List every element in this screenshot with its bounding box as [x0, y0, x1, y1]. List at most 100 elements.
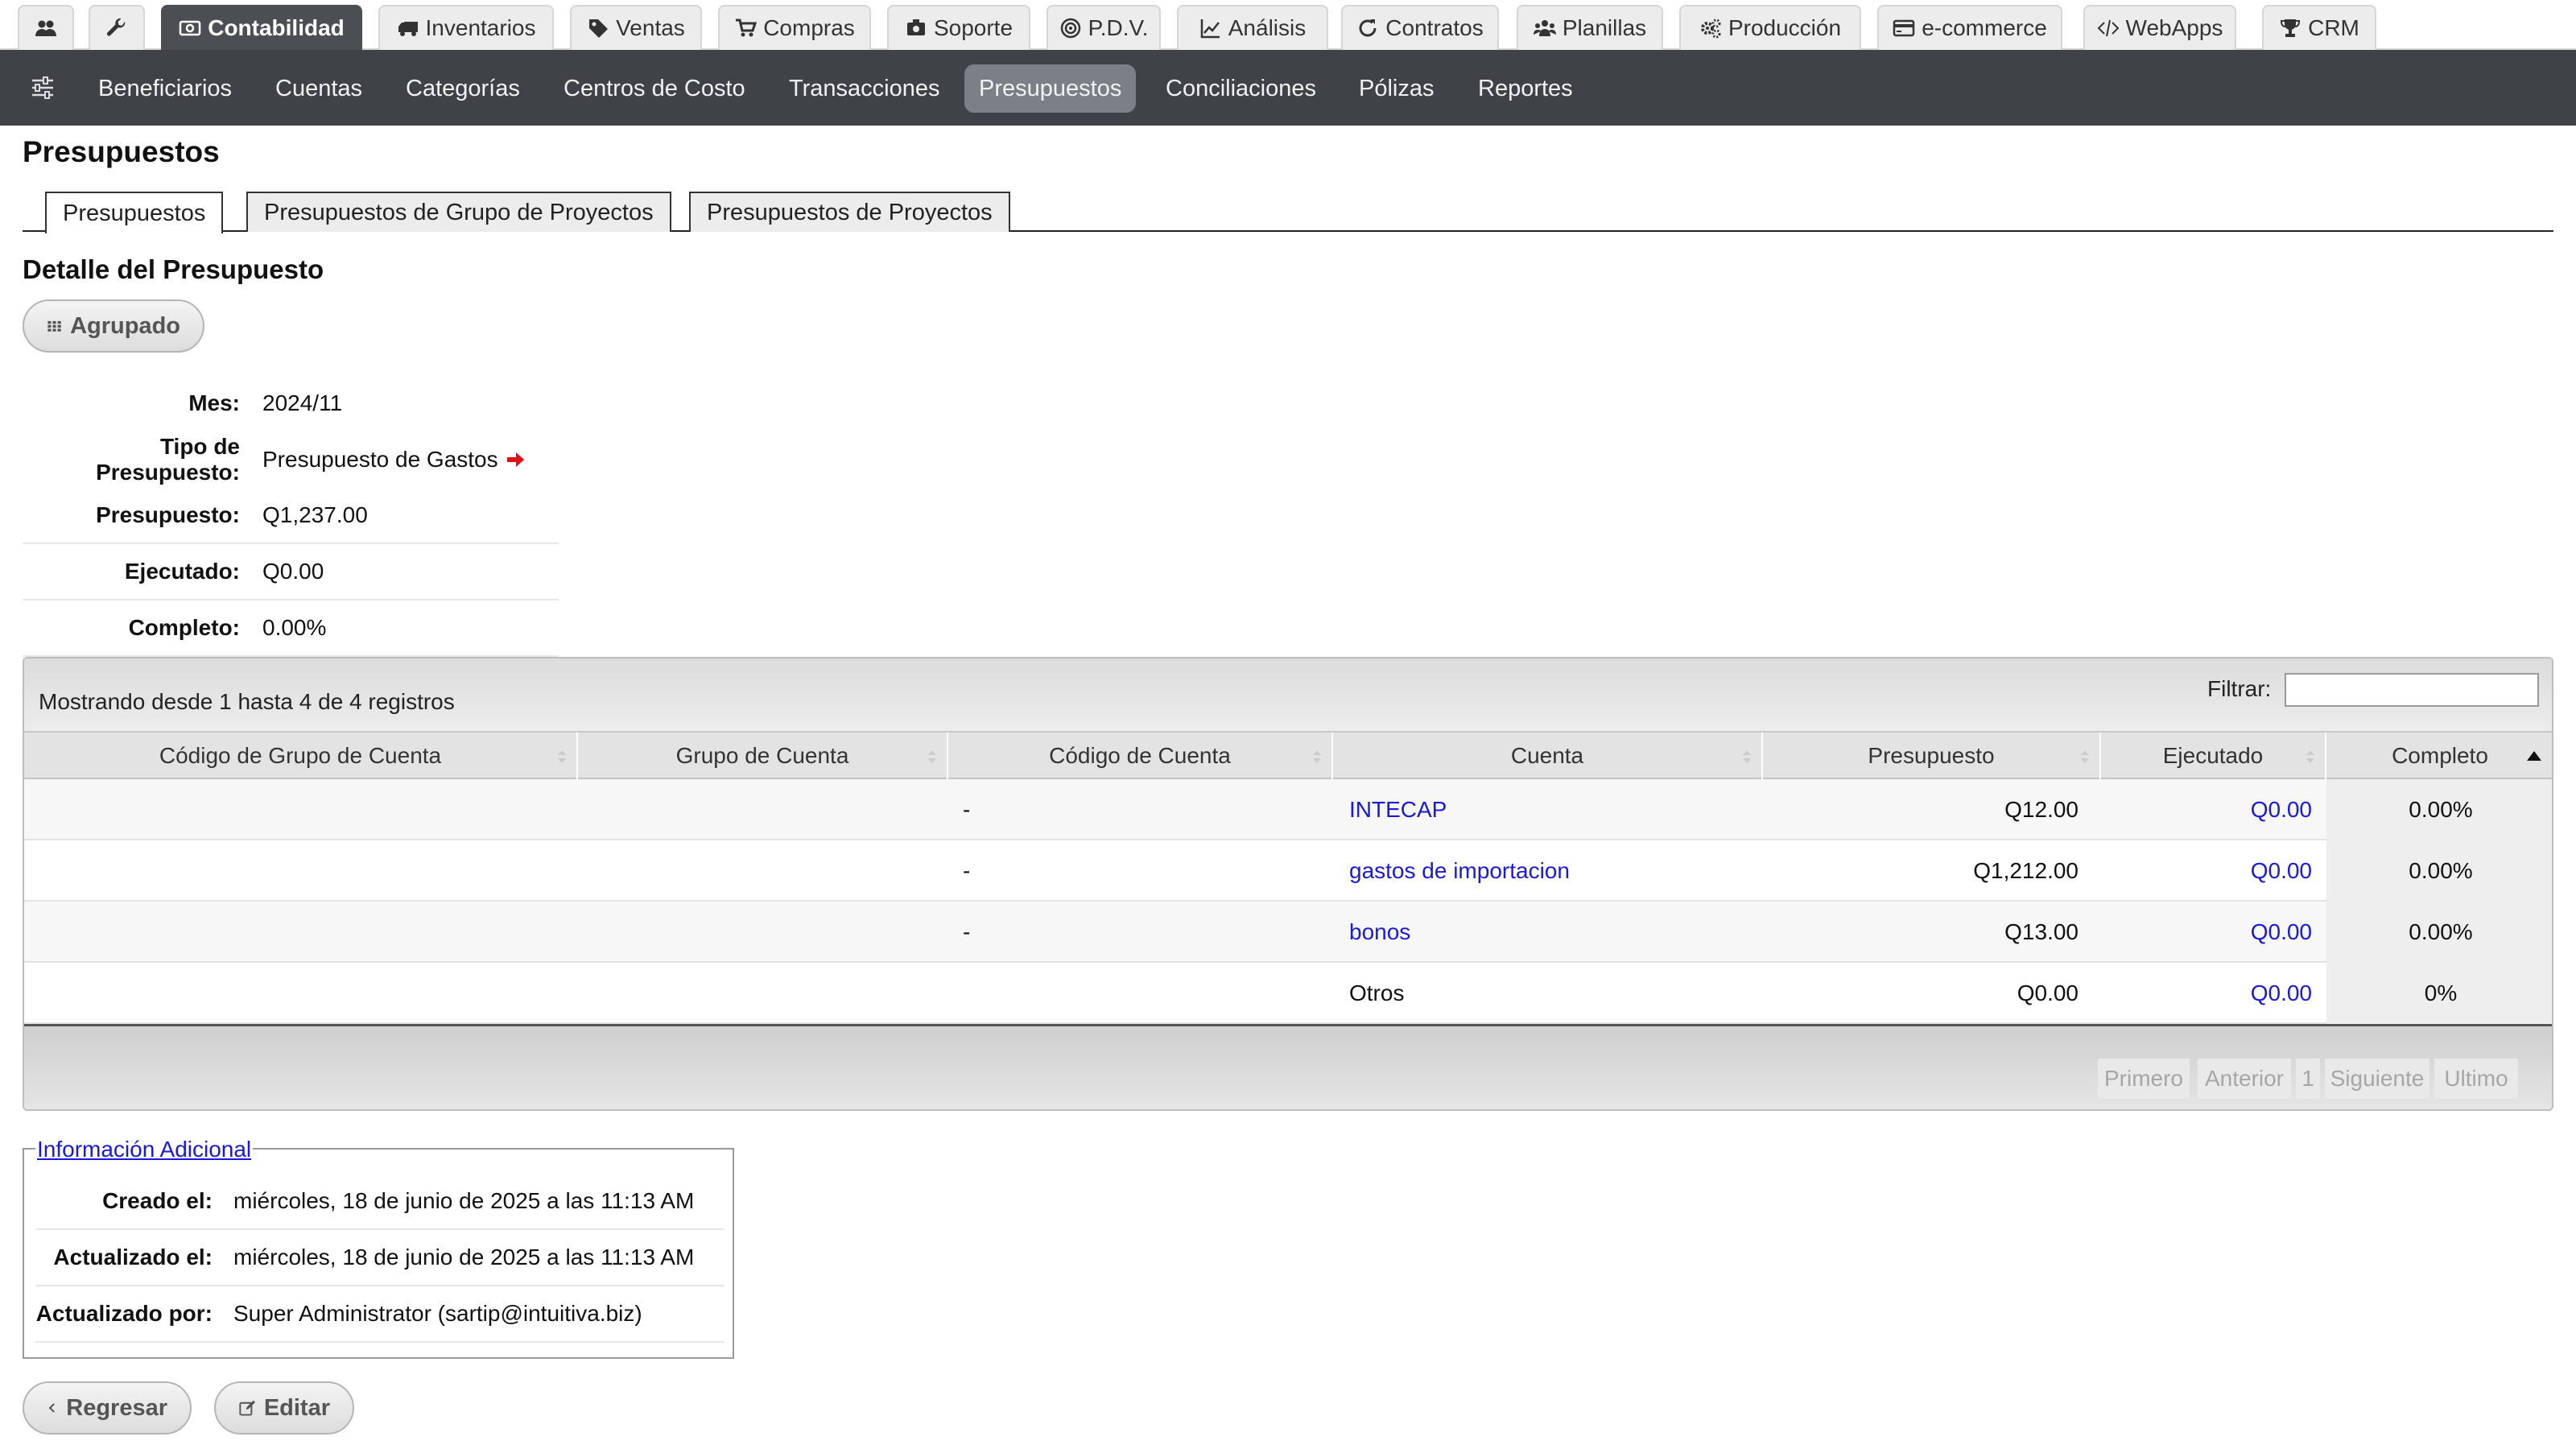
- grouped-button-label: Agrupado: [70, 312, 180, 339]
- cell-ejecutado-link[interactable]: Q0.00: [2101, 779, 2312, 840]
- additional-info-box: Información Adicional Creado el: miércol…: [23, 1137, 734, 1359]
- sort-icon: [1743, 750, 1751, 763]
- cell-codigo-cuenta: [963, 963, 1317, 1024]
- back-button-label: Regresar: [66, 1394, 167, 1421]
- pagination-previous[interactable]: Anterior: [2198, 1059, 2291, 1099]
- sub-navigation: Beneficiarios Cuentas Categorías Centros…: [0, 50, 2576, 126]
- subnav-polizas[interactable]: Pólizas: [1344, 64, 1449, 113]
- module-tab-pdv[interactable]: P.D.V.: [1046, 5, 1161, 50]
- page-title: Presupuestos: [23, 135, 220, 168]
- detail-value-wrap: Presupuesto de Gastos: [262, 447, 526, 473]
- column-header-presupuesto[interactable]: Presupuesto: [1763, 733, 2101, 779]
- detail-row-ejecutado: Ejecutado: Q0.00: [23, 544, 559, 601]
- module-tab-webapps[interactable]: WebApps: [2083, 5, 2236, 50]
- detail-value: 2024/11: [262, 390, 343, 415]
- column-header-codigo-cuenta[interactable]: Código de Cuenta: [948, 733, 1333, 779]
- group-icon: [1533, 20, 1556, 36]
- cell-completo: 0.00%: [2326, 840, 2552, 902]
- module-tab-label: Inventarios: [425, 15, 536, 40]
- cell-codigo-grupo: [39, 840, 570, 902]
- tab-presupuestos-grupo-proyectos[interactable]: Presupuestos de Grupo de Proyectos: [246, 192, 671, 232]
- info-value: Super Administrator (sartip@intuitiva.bi…: [233, 1301, 642, 1326]
- cell-ejecutado-link[interactable]: Q0.00: [2101, 840, 2312, 902]
- cell-cuenta-link[interactable]: INTECAP: [1349, 779, 1752, 840]
- module-tab-label: P.D.V.: [1088, 15, 1149, 40]
- edit-icon: [239, 1400, 256, 1416]
- subnav-transacciones[interactable]: Transacciones: [774, 64, 955, 113]
- table-row: Otros Q0.00 Q0.00 0%: [24, 963, 2552, 1024]
- module-tab-settings[interactable]: [89, 5, 145, 50]
- additional-info-toggle[interactable]: Información Adicional: [35, 1137, 254, 1162]
- module-tab-analisis[interactable]: Análisis: [1177, 5, 1328, 50]
- arrow-right-icon[interactable]: [505, 449, 526, 470]
- detail-label: Tipo de Presupuesto:: [96, 434, 240, 485]
- cell-presupuesto: Q13.00: [2004, 919, 2079, 944]
- filter-input[interactable]: [2285, 673, 2539, 707]
- detail-row-tipo: Tipo de Presupuesto: Presupuesto de Gast…: [23, 431, 559, 488]
- cart-icon: [736, 19, 758, 37]
- cell-cuenta: Otros: [1349, 980, 1405, 1005]
- table-row: - bonos Q13.00 Q0.00 0.00%: [24, 902, 2552, 963]
- support-icon: [906, 19, 925, 35]
- edit-button-label: Editar: [263, 1394, 330, 1421]
- sort-icon: [2306, 750, 2314, 763]
- records-info: Mostrando desde 1 hasta 4 de 4 registros: [39, 689, 455, 714]
- wrench-icon: [107, 18, 126, 36]
- cell-codigo-grupo: [39, 902, 570, 963]
- subnav-presupuestos[interactable]: Presupuestos: [964, 64, 1137, 113]
- grouped-button[interactable]: Agrupado: [23, 299, 204, 353]
- module-tab-inventarios[interactable]: Inventarios: [378, 5, 554, 50]
- chevron-left-icon: [48, 1403, 55, 1413]
- cell-ejecutado-link[interactable]: Q0.00: [2101, 902, 2312, 963]
- tab-presupuestos-proyectos[interactable]: Presupuestos de Proyectos: [689, 192, 1010, 232]
- subnav-categorias[interactable]: Categorías: [391, 64, 535, 113]
- back-button[interactable]: Regresar: [23, 1381, 192, 1435]
- column-header-completo[interactable]: Completo: [2326, 733, 2552, 779]
- sliders-icon[interactable]: [29, 74, 56, 101]
- module-tab-ventas[interactable]: Ventas: [570, 5, 702, 50]
- info-row-created: Creado el: miércoles, 18 de junio de 202…: [35, 1174, 724, 1230]
- module-tab-contabilidad[interactable]: Contabilidad: [161, 5, 362, 50]
- cell-ejecutado-link[interactable]: Q0.00: [2101, 963, 2312, 1024]
- column-header-ejecutado[interactable]: Ejecutado: [2101, 733, 2326, 779]
- users-icon: [35, 20, 56, 36]
- module-tab-soporte[interactable]: Soporte: [887, 5, 1030, 50]
- truck-icon: [398, 22, 418, 36]
- cell-cuenta-link[interactable]: bonos: [1349, 902, 1752, 963]
- pagination-next[interactable]: Siguiente: [2325, 1059, 2429, 1099]
- table-toolbar: Mostrando desde 1 hasta 4 de 4 registros…: [24, 658, 2552, 733]
- module-tab-label: Análisis: [1228, 15, 1307, 40]
- column-header-grupo[interactable]: Grupo de Cuenta: [578, 733, 948, 779]
- module-tab-label: Producción: [1728, 15, 1842, 40]
- module-tab-ecommerce[interactable]: e-commerce: [1877, 5, 2062, 50]
- subnav-centros-de-costo[interactable]: Centros de Costo: [549, 64, 760, 113]
- tab-presupuestos[interactable]: Presupuestos: [45, 192, 224, 233]
- module-tab-users[interactable]: [18, 5, 74, 50]
- detail-value: Q0.00: [262, 559, 324, 584]
- column-header-cuenta[interactable]: Cuenta: [1333, 733, 1763, 779]
- module-tab-label: Ventas: [616, 15, 685, 40]
- subnav-beneficiarios[interactable]: Beneficiarios: [84, 64, 246, 113]
- module-tab-produccion[interactable]: Producción: [1679, 5, 1861, 50]
- cell-cuenta-link[interactable]: gastos de importacion: [1349, 840, 1752, 902]
- module-tab-contratos[interactable]: Contratos: [1341, 5, 1499, 50]
- subnav-conciliaciones[interactable]: Conciliaciones: [1151, 64, 1331, 113]
- detail-label: Ejecutado:: [124, 559, 240, 584]
- module-tab-crm[interactable]: CRM: [2262, 5, 2376, 50]
- module-tab-compras[interactable]: Compras: [718, 5, 871, 50]
- detail-row-completo: Completo: 0.00%: [23, 601, 559, 657]
- table-row: - gastos de importacion Q1,212.00 Q0.00 …: [24, 840, 2552, 902]
- pagination-last[interactable]: Ultimo: [2434, 1059, 2518, 1099]
- pagination-bar: Primero Anterior 1 Siguiente Ultimo: [24, 1024, 2552, 1109]
- credit-card-icon: [1893, 19, 1915, 37]
- pagination-page[interactable]: 1: [2296, 1059, 2320, 1099]
- pagination-first[interactable]: Primero: [2098, 1059, 2190, 1099]
- column-header-label: Presupuesto: [1868, 743, 1995, 768]
- column-header-codigo-grupo[interactable]: Código de Grupo de Cuenta: [24, 733, 578, 779]
- subnav-cuentas[interactable]: Cuentas: [261, 64, 377, 113]
- module-tab-label: Contabilidad: [208, 15, 345, 40]
- subnav-reportes[interactable]: Reportes: [1463, 64, 1587, 113]
- module-tab-planillas[interactable]: Planillas: [1517, 5, 1663, 50]
- edit-button[interactable]: Editar: [214, 1381, 354, 1435]
- pos-icon: [1060, 18, 1080, 39]
